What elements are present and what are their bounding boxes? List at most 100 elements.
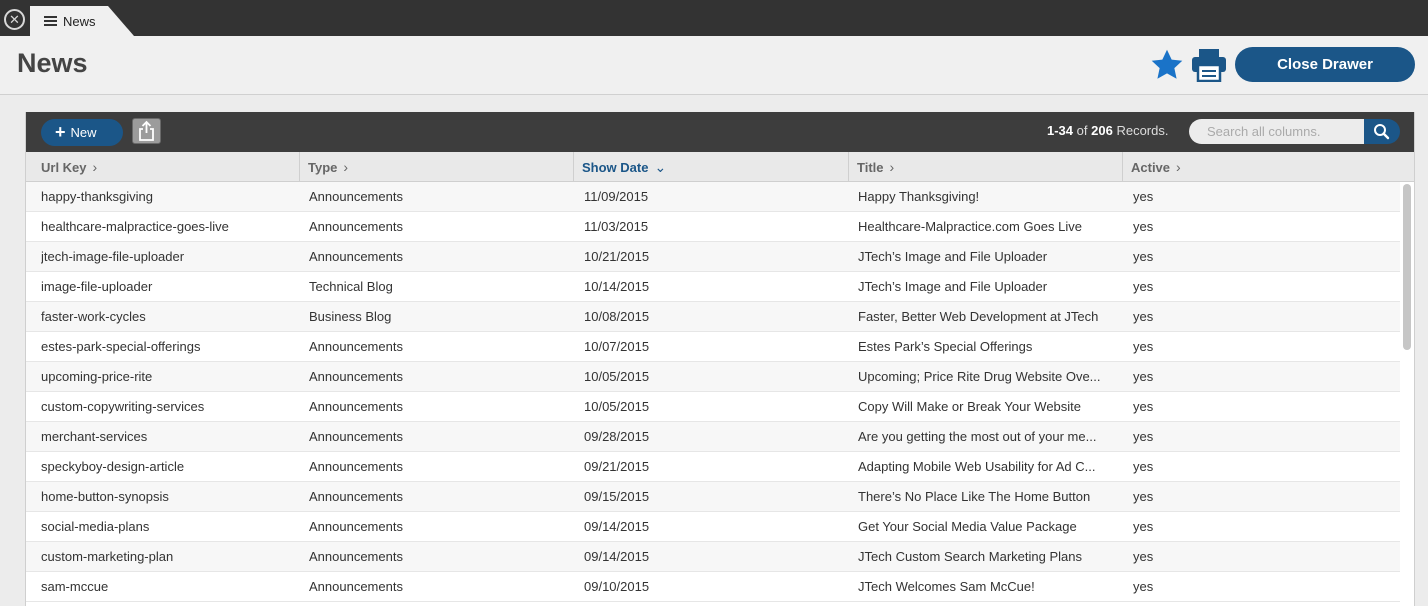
star-icon[interactable] — [1149, 47, 1185, 83]
table-cell: JTech Custom Search Marketing Plans — [858, 549, 1082, 564]
table-row[interactable]: custom-marketing-plan Announcements 09/14/… — [26, 542, 1400, 572]
table-cell: Announcements — [309, 249, 403, 264]
new-button[interactable]: + New — [41, 119, 123, 146]
table-cell: yes — [1133, 279, 1154, 294]
table-cell: merchant-services — [41, 429, 148, 444]
table-row[interactable]: custom-copywriting-services Announcements… — [26, 392, 1400, 422]
table-cell: speckyboy-design-article — [41, 459, 185, 474]
table-cell: 10/05/2015 — [584, 369, 650, 384]
table-cell: Faster, Better Web Development at JTech — [858, 309, 1099, 324]
table-cell: Technical Blog — [309, 279, 393, 294]
table-cell: Announcements — [309, 549, 403, 564]
table-row[interactable]: upcoming-price-rite Announcements 10/05/20… — [26, 362, 1400, 392]
tab-news[interactable]: News — [30, 6, 134, 36]
table-cell: JTech’s Image and File Uploader — [858, 249, 1048, 264]
table-cell: yes — [1133, 249, 1154, 264]
table-cell: 11/03/2015 — [584, 219, 649, 234]
column-label: Active — [1131, 160, 1171, 175]
table-cell: Announcements — [309, 459, 403, 474]
page-header: News Close Drawer — [0, 36, 1428, 95]
table-cell: yes — [1133, 219, 1154, 234]
column-url-key[interactable]: Url Key › — [26, 152, 300, 182]
search-input[interactable] — [1189, 119, 1364, 144]
table-cell: Announcements — [309, 219, 403, 234]
table-cell: 09/15/2015 — [584, 489, 650, 504]
news-grid: + New 1-34 of 206 Records. Url Key › Type › S… — [25, 112, 1415, 606]
column-label: Title — [857, 160, 884, 175]
table-cell: Upcoming; Price Rite Drug Website Ove... — [858, 369, 1101, 384]
vertical-scrollbar[interactable] — [1403, 184, 1411, 350]
search-button[interactable] — [1364, 119, 1400, 144]
table-row[interactable]: faster-work-cycles Business Blog 10/08/201… — [26, 302, 1400, 332]
table-cell: social-media-plans — [41, 519, 150, 534]
table-cell: 09/10/2015 — [584, 579, 650, 594]
table-cell: yes — [1133, 459, 1154, 474]
table-cell: yes — [1133, 309, 1154, 324]
export-button[interactable] — [132, 118, 161, 144]
column-title[interactable]: Title › — [849, 152, 1123, 182]
table-cell: 10/05/2015 — [584, 399, 650, 414]
table-cell: yes — [1133, 339, 1154, 354]
table-row[interactable]: sam-mccue Announcements 09/10/2015 JTech We… — [26, 572, 1400, 602]
table-cell: There’s No Place Like The Home Button — [858, 489, 1091, 504]
table-cell: Business Blog — [309, 309, 392, 324]
table-row[interactable]: estes-park-special-offerings Announcement… — [26, 332, 1400, 362]
search-icon — [1374, 124, 1390, 140]
table-cell: yes — [1133, 549, 1154, 564]
plus-icon: + — [55, 122, 66, 142]
table-cell: 09/21/2015 — [584, 459, 650, 474]
table-cell: yes — [1133, 429, 1154, 444]
table-cell: custom-marketing-plan — [41, 549, 174, 564]
table-row[interactable]: jtech-image-file-uploader Announcements 10… — [26, 242, 1400, 272]
table-cell: Are you getting the most out of your me.… — [858, 429, 1097, 444]
table-body: happy-thanksgiving Announcements 11/09/201… — [26, 182, 1400, 602]
table-cell: custom-copywriting-services — [41, 399, 205, 414]
print-icon[interactable] — [1191, 48, 1227, 82]
table-cell: 11/09/2015 — [584, 189, 649, 204]
chevron-down-icon: ⌄ — [654, 159, 667, 175]
table-cell: Announcements — [309, 489, 403, 504]
table-cell: jtech-image-file-uploader — [41, 249, 185, 264]
table-cell: 09/14/2015 — [584, 549, 650, 564]
table-cell: Announcements — [309, 579, 403, 594]
column-show-date[interactable]: Show Date ⌄ — [574, 152, 849, 182]
table-cell: upcoming-price-rite — [41, 369, 153, 384]
table-cell: 10/07/2015 — [584, 339, 650, 354]
table-cell: Announcements — [309, 519, 403, 534]
table-cell: Estes Park’s Special Offerings — [858, 339, 1033, 354]
close-drawer-button[interactable]: Close Drawer — [1235, 47, 1415, 82]
table-row[interactable]: image-file-uploader Technical Blog 10/14/2… — [26, 272, 1400, 302]
table-cell: Healthcare-Malpractice.com Goes Live — [858, 219, 1082, 234]
table-row[interactable]: speckyboy-design-article Announcements 09/… — [26, 452, 1400, 482]
chevron-right-icon: › — [343, 159, 349, 175]
table-cell: Announcements — [309, 399, 403, 414]
table-cell: Announcements — [309, 369, 403, 384]
column-label: Url Key — [41, 160, 87, 175]
table-cell: sam-mccue — [41, 579, 109, 594]
table-cell: yes — [1133, 189, 1154, 204]
close-icon[interactable]: ✕ — [4, 9, 25, 30]
share-icon — [139, 120, 154, 141]
table-row[interactable]: merchant-services Announcements 09/28/2015… — [26, 422, 1400, 452]
table-row[interactable]: happy-thanksgiving Announcements 11/09/201… — [26, 182, 1400, 212]
table-row[interactable]: home-button-synopsis Announcements 09/15/2… — [26, 482, 1400, 512]
table-cell: Announcements — [309, 429, 403, 444]
column-type[interactable]: Type › — [300, 152, 574, 182]
page-title: News — [17, 48, 88, 78]
table-cell: 10/08/2015 — [584, 309, 650, 324]
column-active[interactable]: Active › — [1123, 152, 1414, 182]
grid-toolbar: + New 1-34 of 206 Records. — [26, 112, 1414, 152]
table-row[interactable]: healthcare-malpractice-goes-live Announce… — [26, 212, 1400, 242]
table-cell: healthcare-malpractice-goes-live — [41, 219, 229, 234]
table-cell: Announcements — [309, 189, 403, 204]
table-cell: yes — [1133, 519, 1154, 534]
table-row[interactable]: social-media-plans Announcements 09/14/201… — [26, 512, 1400, 542]
table-cell: happy-thanksgiving — [41, 189, 154, 204]
table-cell: Get Your Social Media Value Package — [858, 519, 1077, 534]
table-cell: Adapting Mobile Web Usability for Ad C..… — [858, 459, 1096, 474]
table-cell: 10/14/2015 — [584, 279, 650, 294]
chevron-right-icon: › — [889, 159, 895, 175]
table-cell: faster-work-cycles — [41, 309, 146, 324]
table-cell: JTech Welcomes Sam McCue! — [858, 579, 1035, 594]
column-label: Show Date — [582, 160, 649, 175]
